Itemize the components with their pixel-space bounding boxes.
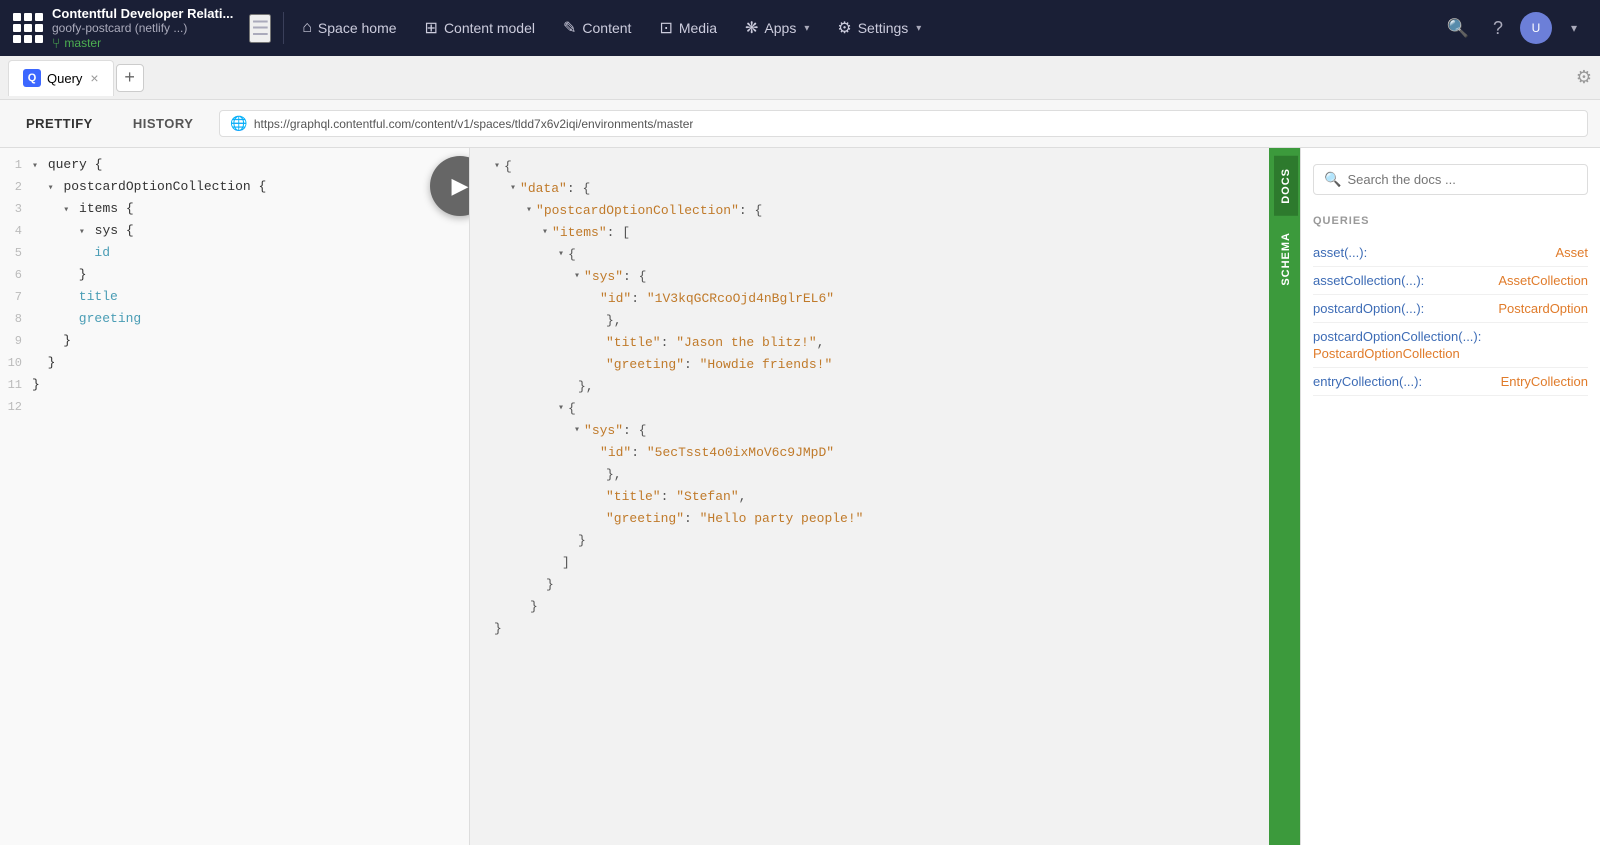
nav-apps-label: Apps <box>764 20 796 36</box>
nav-content-label: Content <box>582 20 631 36</box>
out-line-9: "greeting": "Howdie friends!" <box>494 354 1269 376</box>
editor-line-10: 10 } <box>0 354 469 376</box>
output-panel: ▾ { ▾ "data": { ▾ "postcardOptionCollect… <box>470 148 1272 845</box>
brand-env: ⑂ master <box>52 35 233 51</box>
docs-item-entry-collection[interactable]: entryCollection(...): EntryCollection <box>1313 368 1588 396</box>
editor-line-4: 4 ▾ sys { <box>0 222 469 244</box>
home-icon: ⌂ <box>302 19 312 37</box>
topnav: Contentful Developer Relati... goofy-pos… <box>0 0 1600 56</box>
docs-section-title: QUERIES <box>1313 215 1588 227</box>
content-model-icon: ⊞ <box>425 18 438 38</box>
play-button[interactable]: ▶ <box>430 156 470 216</box>
side-tabs: DOCS SCHEMA <box>1272 148 1300 845</box>
url-text: https://graphql.contentful.com/content/v… <box>254 117 694 131</box>
out-line-15: "title": "Stefan", <box>494 486 1269 508</box>
out-line-19: } <box>494 574 1269 596</box>
nav-settings[interactable]: ⚙ Settings <box>823 0 935 56</box>
nav-divider <box>283 12 284 44</box>
out-line-18: ] <box>494 552 1269 574</box>
editor-line-1: 1 ▾ query { <box>0 156 469 178</box>
out-line-12: ▾ "sys": { <box>494 420 1269 442</box>
docs-search-icon: 🔍 <box>1324 171 1341 188</box>
nav-apps[interactable]: ❋ Apps <box>731 0 823 56</box>
search-button[interactable]: 🔍 <box>1440 10 1476 46</box>
out-line-2: ▾ "postcardOptionCollection": { <box>494 200 1269 222</box>
schema-tab[interactable]: SCHEMA <box>1274 220 1298 298</box>
brand: Contentful Developer Relati... goofy-pos… <box>52 6 233 51</box>
nav-content[interactable]: ✎ Content <box>549 0 645 56</box>
out-line-16: "greeting": "Hello party people!" <box>494 508 1269 530</box>
account-chevron[interactable]: ▾ <box>1556 10 1592 46</box>
tab-q-badge: Q <box>23 69 41 87</box>
main-content: 1 ▾ query { 2 ▾ postcardOptionCollection… <box>0 148 1600 845</box>
editor-line-3: 3 ▾ items { <box>0 200 469 222</box>
nav-space-home-label: Space home <box>318 20 397 36</box>
brand-subtitle: goofy-postcard (netlify ...) <box>52 21 233 35</box>
out-line-20: } <box>494 596 1269 618</box>
out-line-13: ▾ "id": "5ecTsst4o0ixMoV6c9JMpD" <box>494 442 1269 464</box>
topnav-links: ⌂ Space home ⊞ Content model ✎ Content ⊡… <box>288 0 1440 56</box>
docs-item-asset[interactable]: asset(...): Asset <box>1313 239 1588 267</box>
editor-line-2: 2 ▾ postcardOptionCollection { <box>0 178 469 200</box>
brand-title: Contentful Developer Relati... <box>52 6 233 21</box>
tabbar: Q Query × + ⚙ <box>0 56 1600 100</box>
nav-settings-label: Settings <box>858 20 909 36</box>
out-line-1: ▾ "data": { <box>494 178 1269 200</box>
history-button[interactable]: HISTORY <box>119 110 208 137</box>
content-icon: ✎ <box>563 18 576 38</box>
settings-icon: ⚙ <box>837 18 851 38</box>
out-line-14: }, <box>494 464 1269 486</box>
docs-tab[interactable]: DOCS <box>1274 156 1298 216</box>
nav-space-home[interactable]: ⌂ Space home <box>288 0 410 56</box>
apps-grid-icon[interactable] <box>8 8 48 48</box>
editor-line-6: 6 } <box>0 266 469 288</box>
editor-line-5: 5 id <box>0 244 469 266</box>
docs-item-postcard-option[interactable]: postcardOption(...): PostcardOption <box>1313 295 1588 323</box>
prettify-button[interactable]: PRETTIFY <box>12 110 107 137</box>
env-label: master <box>64 36 101 50</box>
docs-search-input[interactable] <box>1347 172 1577 187</box>
out-line-17: } <box>494 530 1269 552</box>
out-line-21: } <box>494 618 1269 640</box>
nav-content-model[interactable]: ⊞ Content model <box>411 0 549 56</box>
toolbar: PRETTIFY HISTORY 🌐 https://graphql.conte… <box>0 100 1600 148</box>
query-tab[interactable]: Q Query × <box>8 60 114 96</box>
play-button-container: ▶ <box>430 156 470 216</box>
out-line-6: ▾ "id": "1V3kqGCRcoOjd4nBglrEL6" <box>494 288 1269 310</box>
tab-label: Query <box>47 71 82 86</box>
editor-line-9: 9 } <box>0 332 469 354</box>
branch-icon: ⑂ <box>52 35 60 51</box>
tab-close-button[interactable]: × <box>90 70 98 86</box>
out-line-5: ▾ "sys": { <box>494 266 1269 288</box>
apps-icon: ❋ <box>745 18 758 38</box>
out-line-10: }, <box>494 376 1269 398</box>
out-line-0: ▾ { <box>494 156 1269 178</box>
hamburger-button[interactable]: ☰ <box>249 14 271 43</box>
editor-panel: 1 ▾ query { 2 ▾ postcardOptionCollection… <box>0 148 470 845</box>
globe-icon: 🌐 <box>230 115 247 132</box>
out-line-7: }, <box>494 310 1269 332</box>
media-icon: ⊡ <box>659 18 672 38</box>
editor-line-8: 8 greeting <box>0 310 469 332</box>
editor-line-11: 11 } <box>0 376 469 398</box>
topnav-right-actions: 🔍 ? U ▾ <box>1440 10 1592 46</box>
nav-media-label: Media <box>679 20 717 36</box>
new-tab-button[interactable]: + <box>116 64 144 92</box>
docs-item-postcard-option-collection[interactable]: postcardOptionCollection(...): PostcardO… <box>1313 323 1588 368</box>
docs-panel: 🔍 QUERIES asset(...): Asset assetCollect… <box>1300 148 1600 845</box>
nav-media[interactable]: ⊡ Media <box>645 0 731 56</box>
avatar[interactable]: U <box>1520 12 1552 44</box>
out-line-8: "title": "Jason the blitz!", <box>494 332 1269 354</box>
editor-line-7: 7 title <box>0 288 469 310</box>
out-line-3: ▾ "items": [ <box>494 222 1269 244</box>
nav-content-model-label: Content model <box>444 20 535 36</box>
docs-search-bar[interactable]: 🔍 <box>1313 164 1588 195</box>
out-line-4: ▾ { <box>494 244 1269 266</box>
tab-settings-icon[interactable]: ⚙ <box>1576 67 1592 88</box>
editor-line-12: 12 <box>0 398 469 420</box>
docs-item-asset-collection[interactable]: assetCollection(...): AssetCollection <box>1313 267 1588 295</box>
help-button[interactable]: ? <box>1480 10 1516 46</box>
url-bar: 🌐 https://graphql.contentful.com/content… <box>219 110 1588 137</box>
out-line-11: ▾ { <box>494 398 1269 420</box>
